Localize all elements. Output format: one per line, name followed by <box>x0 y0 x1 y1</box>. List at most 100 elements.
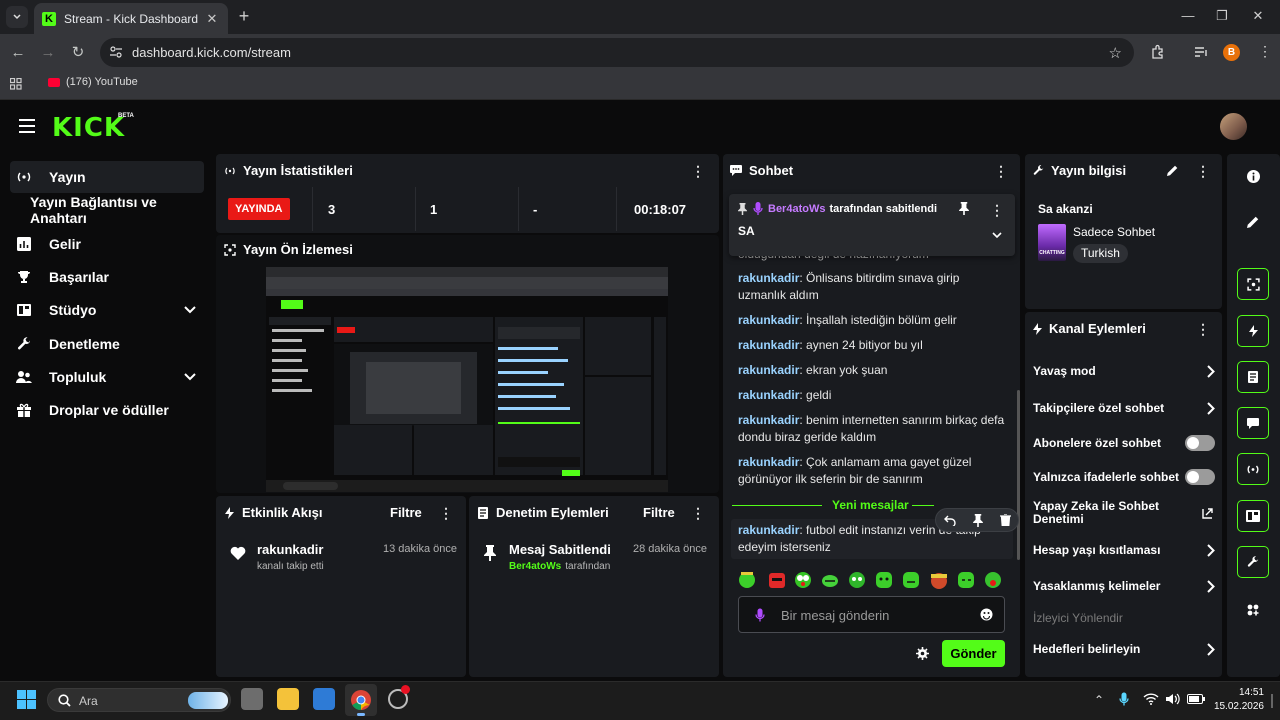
kick-logo[interactable]: KICK <box>52 113 125 143</box>
moderation-more-icon[interactable]: ⋮ <box>691 506 705 520</box>
store-icon[interactable] <box>313 688 335 710</box>
apps-grid-icon[interactable] <box>10 78 22 90</box>
subs-only-toggle[interactable] <box>1185 435 1215 451</box>
browser-tab[interactable]: K Stream - Kick Dashboard ✕ <box>34 3 228 34</box>
wifi-icon[interactable] <box>1143 693 1159 705</box>
add-widget-icon[interactable] <box>1237 594 1269 626</box>
lightning-rail-icon[interactable] <box>1237 315 1269 347</box>
sidebar-item-gelir[interactable]: Gelir <box>10 228 204 260</box>
media-controls-icon[interactable] <box>1193 44 1209 60</box>
obs-icon[interactable] <box>388 685 410 709</box>
category-name[interactable]: Sadece Sohbet <box>1073 225 1155 239</box>
stats-more-icon[interactable]: ⋮ <box>691 164 705 178</box>
chat-rail-icon[interactable] <box>1237 407 1269 439</box>
action-goals[interactable]: Hedefleri belirleyin <box>1033 642 1215 656</box>
info-icon[interactable] <box>1237 160 1269 192</box>
chat-more-icon[interactable]: ⋮ <box>994 164 1008 178</box>
pinned-by-user[interactable]: Ber4atoWs <box>768 203 825 215</box>
stat-subs: - <box>519 187 617 231</box>
edit-icon[interactable] <box>1237 206 1269 238</box>
wrench-rail-icon[interactable] <box>1237 546 1269 578</box>
moderation-item-user[interactable]: Ber4atoWs <box>509 561 561 572</box>
studio-rail-icon[interactable] <box>1237 500 1269 532</box>
chat-input[interactable]: Bir mesaj gönderin <box>738 596 1005 633</box>
action-followers-only[interactable]: Takipçilere özel sohbet <box>1033 401 1215 415</box>
chat-scrollbar[interactable] <box>1017 390 1020 560</box>
browser-menu-icon[interactable]: ⋮ <box>1258 43 1272 60</box>
tray-chevron-icon[interactable]: ⌃ <box>1094 693 1104 707</box>
broadcast-rail-icon[interactable] <box>1237 453 1269 485</box>
bookmark-youtube[interactable]: (176) YouTube <box>48 76 138 88</box>
category-thumbnail[interactable]: CHATTING <box>1038 224 1066 261</box>
chevron-down-icon[interactable] <box>992 232 1002 239</box>
emoji-icon[interactable] <box>980 608 993 621</box>
stat-uptime: 00:18:07 <box>634 201 687 217</box>
hamburger-menu-icon[interactable] <box>19 119 35 133</box>
pin-icon <box>484 545 496 561</box>
emotes-only-toggle[interactable] <box>1185 469 1215 485</box>
stream-info-more-icon[interactable]: ⋮ <box>1196 164 1210 178</box>
chevron-right-icon <box>1207 543 1215 557</box>
activity-filter-button[interactable]: Filtre <box>390 505 422 520</box>
windows-start-icon[interactable] <box>17 690 36 709</box>
sidebar-item-studyo[interactable]: Stüdyo <box>10 294 204 326</box>
taskbar-search[interactable]: Ara <box>47 688 231 712</box>
chat-message: rakunkadir: ekran yok şuan <box>738 363 888 377</box>
user-avatar[interactable] <box>1220 113 1247 140</box>
action-banned-words[interactable]: Yasaklanmış kelimeler <box>1033 579 1215 593</box>
send-button[interactable]: Gönder <box>942 640 1005 667</box>
volume-icon[interactable] <box>1166 693 1180 705</box>
new-tab-button[interactable]: + <box>236 7 252 25</box>
channel-actions-more-icon[interactable]: ⋮ <box>1196 322 1210 336</box>
sidebar-item-yayin[interactable]: Yayın <box>10 161 204 193</box>
moderation-item-title: Mesaj Sabitlendi <box>509 542 611 557</box>
moderation-header: Denetim Eylemleri <box>478 505 609 520</box>
pinned-more-icon[interactable]: ⋮ <box>990 203 1004 217</box>
extensions-icon[interactable] <box>1150 44 1166 60</box>
taskbar-date[interactable]: 15.02.2026 <box>1213 701 1264 712</box>
taskbar-time[interactable]: 14:51 <box>1236 687 1264 698</box>
show-desktop[interactable] <box>1271 694 1273 708</box>
reply-icon[interactable] <box>944 514 956 526</box>
sidebar-item-droplar[interactable]: Droplar ve ödüller <box>10 394 204 426</box>
action-account-age[interactable]: Hesap yaşı kısıtlaması <box>1033 543 1215 557</box>
minimize-button[interactable]: — <box>1180 8 1196 24</box>
pinned-message[interactable]: Ber4atoWs tarafından sabitlendi ⋮ SA <box>729 194 1015 256</box>
url-input[interactable]: dashboard.kick.com/stream ☆ <box>100 38 1134 67</box>
battery-icon[interactable] <box>1187 694 1205 704</box>
tray-mic-icon[interactable] <box>1119 692 1129 706</box>
action-slow-mode[interactable]: Yavaş mod <box>1033 364 1215 378</box>
maximize-button[interactable]: ❐ <box>1214 8 1230 24</box>
sidebar-item-denetleme[interactable]: Denetleme <box>10 328 204 360</box>
task-view-icon[interactable] <box>241 688 263 710</box>
chrome-taskbar-active[interactable] <box>345 684 377 716</box>
close-window-button[interactable]: ✕ <box>1250 8 1266 24</box>
forward-button[interactable]: → <box>39 44 57 62</box>
unpin-icon[interactable] <box>959 202 969 215</box>
edit-pencil-icon[interactable] <box>1167 165 1178 176</box>
kick-favicon-icon: K <box>42 11 56 26</box>
sidebar-item-topluluk[interactable]: Topluluk <box>10 361 204 393</box>
reload-button[interactable]: ↻ <box>69 44 87 62</box>
sidebar-item-stream-key[interactable]: Yayın Bağlantısı ve Anahtarı <box>30 194 210 226</box>
activity-more-icon[interactable]: ⋮ <box>439 506 453 520</box>
back-button[interactable]: ← <box>9 44 27 62</box>
list-rail-icon[interactable] <box>1237 361 1269 393</box>
tab-search-button[interactable] <box>6 6 28 28</box>
moderation-filter-button[interactable]: Filtre <box>643 505 675 520</box>
emote-icon <box>958 572 974 588</box>
stream-preview-video[interactable] <box>266 267 668 492</box>
emote-icon <box>985 572 1001 588</box>
pin-message-icon[interactable] <box>973 514 983 527</box>
close-tab-icon[interactable]: ✕ <box>204 11 220 27</box>
file-explorer-icon[interactable] <box>277 688 299 710</box>
delete-icon[interactable] <box>1000 514 1011 526</box>
activity-item-user[interactable]: rakunkadir <box>257 542 323 557</box>
bookmark-star-icon[interactable]: ☆ <box>1109 44 1122 62</box>
action-ai-moderation[interactable]: Yapay Zeka ile Sohbet Denetimi <box>1033 500 1215 526</box>
preview-scan-icon[interactable] <box>1237 268 1269 300</box>
site-info-icon[interactable] <box>109 45 123 59</box>
chat-settings-icon[interactable] <box>916 647 929 660</box>
sidebar-item-basarilar[interactable]: Başarılar <box>10 261 204 293</box>
profile-avatar[interactable]: B <box>1223 44 1240 61</box>
